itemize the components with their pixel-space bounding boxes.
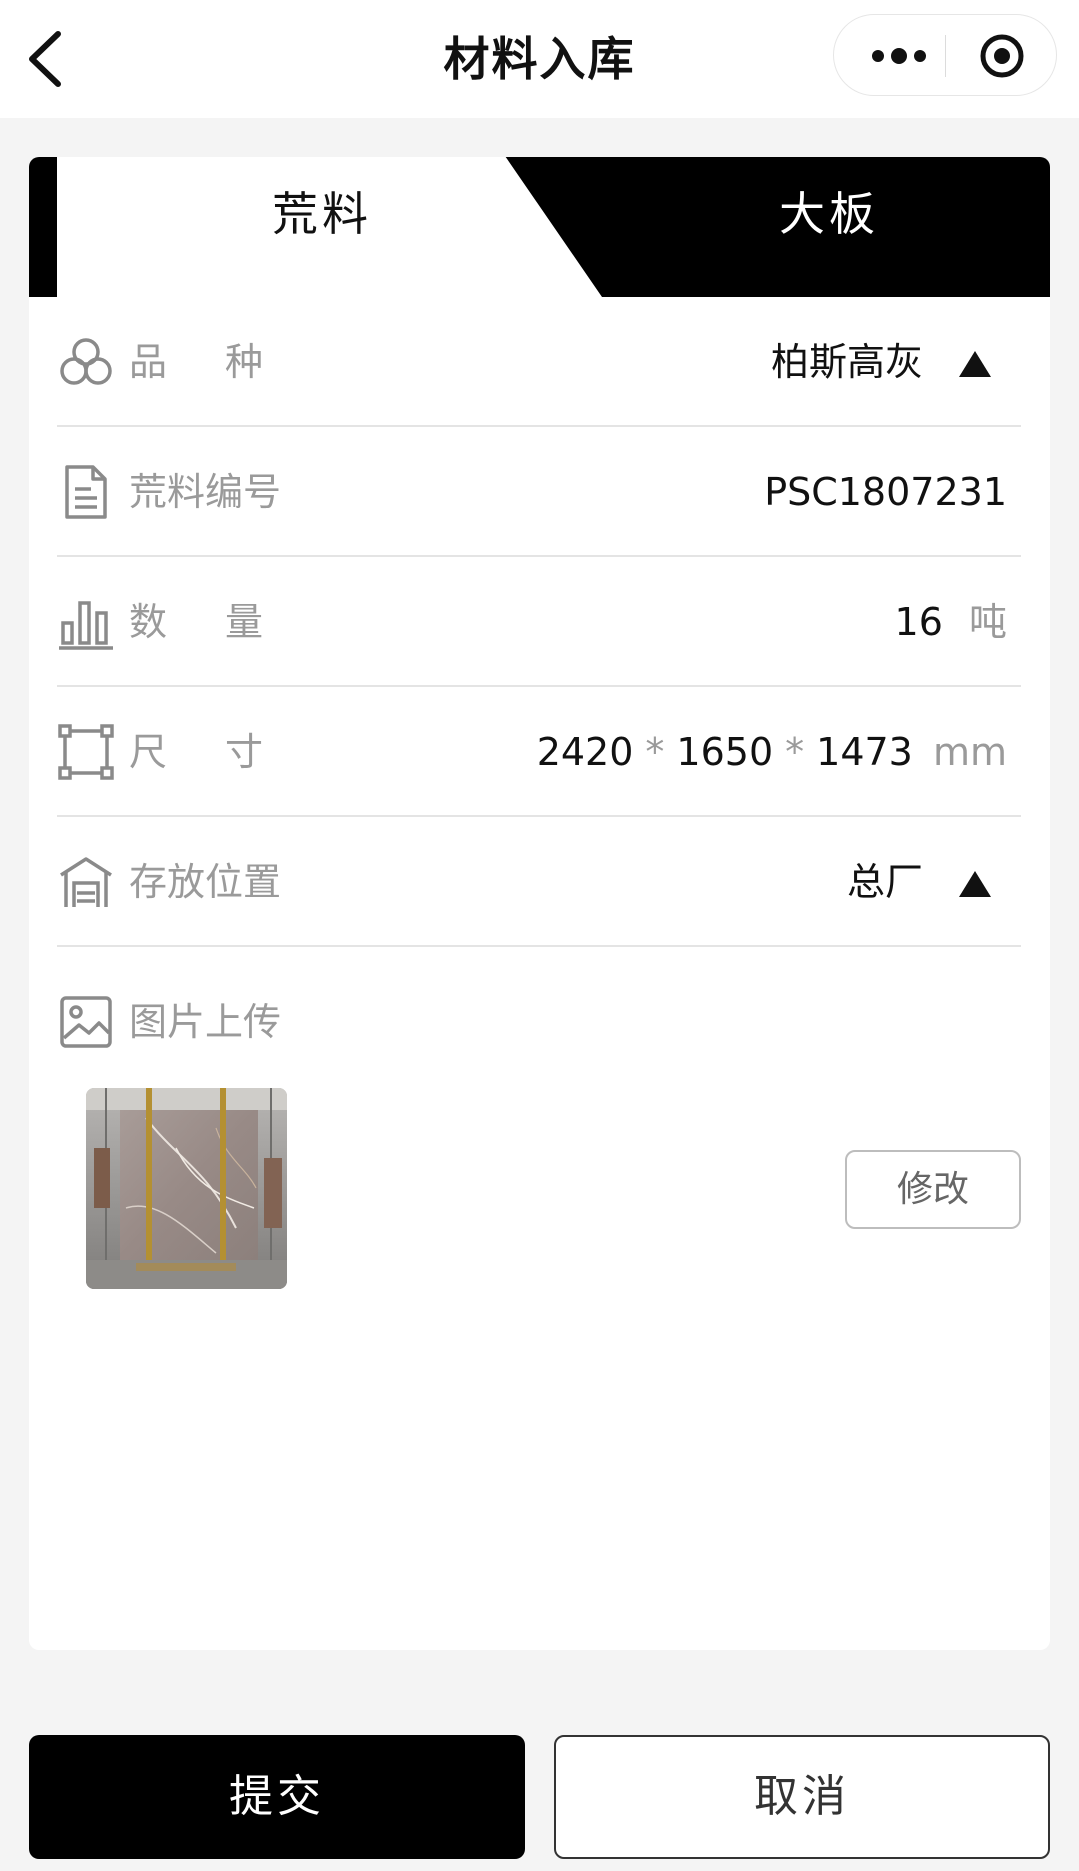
edit-photo-button[interactable]: 修改 [845, 1150, 1021, 1229]
warehouse-icon [60, 857, 112, 907]
location-row[interactable]: 存放位置 总厂 [57, 817, 1021, 947]
image-icon [60, 996, 112, 1048]
block-number-label: 荒料编号 [129, 470, 282, 514]
block-number-value: PSC1807231 [764, 470, 1007, 514]
location-value: 总厂 [846, 860, 923, 904]
quantity-value[interactable]: 16 [895, 600, 943, 644]
quantity-value-group: 16 吨 [895, 595, 1007, 649]
size-value-group: 2420 * 1650 * 1473 mm [537, 725, 1007, 779]
tab-slab[interactable]: 大板 [679, 179, 979, 249]
quantity-unit: 吨 [968, 600, 1007, 644]
photo-upload-label: 图片上传 [129, 1000, 282, 1044]
size-row: 尺寸 2420 * 1650 * 1473 mm [57, 687, 1021, 817]
tab-block-label: 荒料 [272, 187, 372, 241]
form-card: 大板 荒料 品种 柏斯高灰 荒料编号 PSC1807231 数量 16 吨 尺寸… [29, 157, 1050, 1650]
variety-icon [60, 338, 112, 385]
dimension-icon [58, 724, 114, 780]
submit-button[interactable]: 提交 [29, 1735, 525, 1859]
document-icon [65, 465, 107, 519]
close-mini-program-button[interactable] [977, 31, 1027, 81]
size-unit: mm [932, 730, 1007, 774]
uploaded-photo-thumbnail[interactable] [86, 1088, 287, 1289]
more-icon [872, 48, 926, 64]
dropdown-arrow-icon [959, 871, 991, 897]
bar-chart-icon [59, 601, 113, 650]
size-length[interactable]: 2420 [537, 730, 634, 774]
size-separator: * [645, 730, 665, 774]
photo-upload-row: 图片上传 [57, 957, 1021, 1077]
cancel-button[interactable]: 取消 [554, 1735, 1050, 1859]
dropdown-arrow-icon [959, 351, 991, 377]
variety-row[interactable]: 品种 柏斯高灰 [57, 297, 1021, 427]
capsule-divider [945, 35, 946, 77]
quantity-row[interactable]: 数量 16 吨 [57, 557, 1021, 687]
size-separator: * [785, 730, 805, 774]
quantity-label: 数量 [129, 600, 322, 644]
block-number-row[interactable]: 荒料编号 PSC1807231 [57, 427, 1021, 557]
location-label: 存放位置 [129, 860, 282, 904]
variety-label: 品种 [129, 340, 322, 384]
target-icon [980, 34, 1024, 78]
size-width[interactable]: 1650 [676, 730, 773, 774]
size-label: 尺寸 [129, 730, 322, 774]
more-button[interactable] [864, 37, 934, 75]
navigation-bar: 材料入库 [0, 0, 1079, 118]
variety-value: 柏斯高灰 [770, 340, 923, 384]
size-height[interactable]: 1473 [816, 730, 913, 774]
marble-slab-image [86, 1088, 287, 1289]
mini-program-capsule [833, 14, 1057, 96]
